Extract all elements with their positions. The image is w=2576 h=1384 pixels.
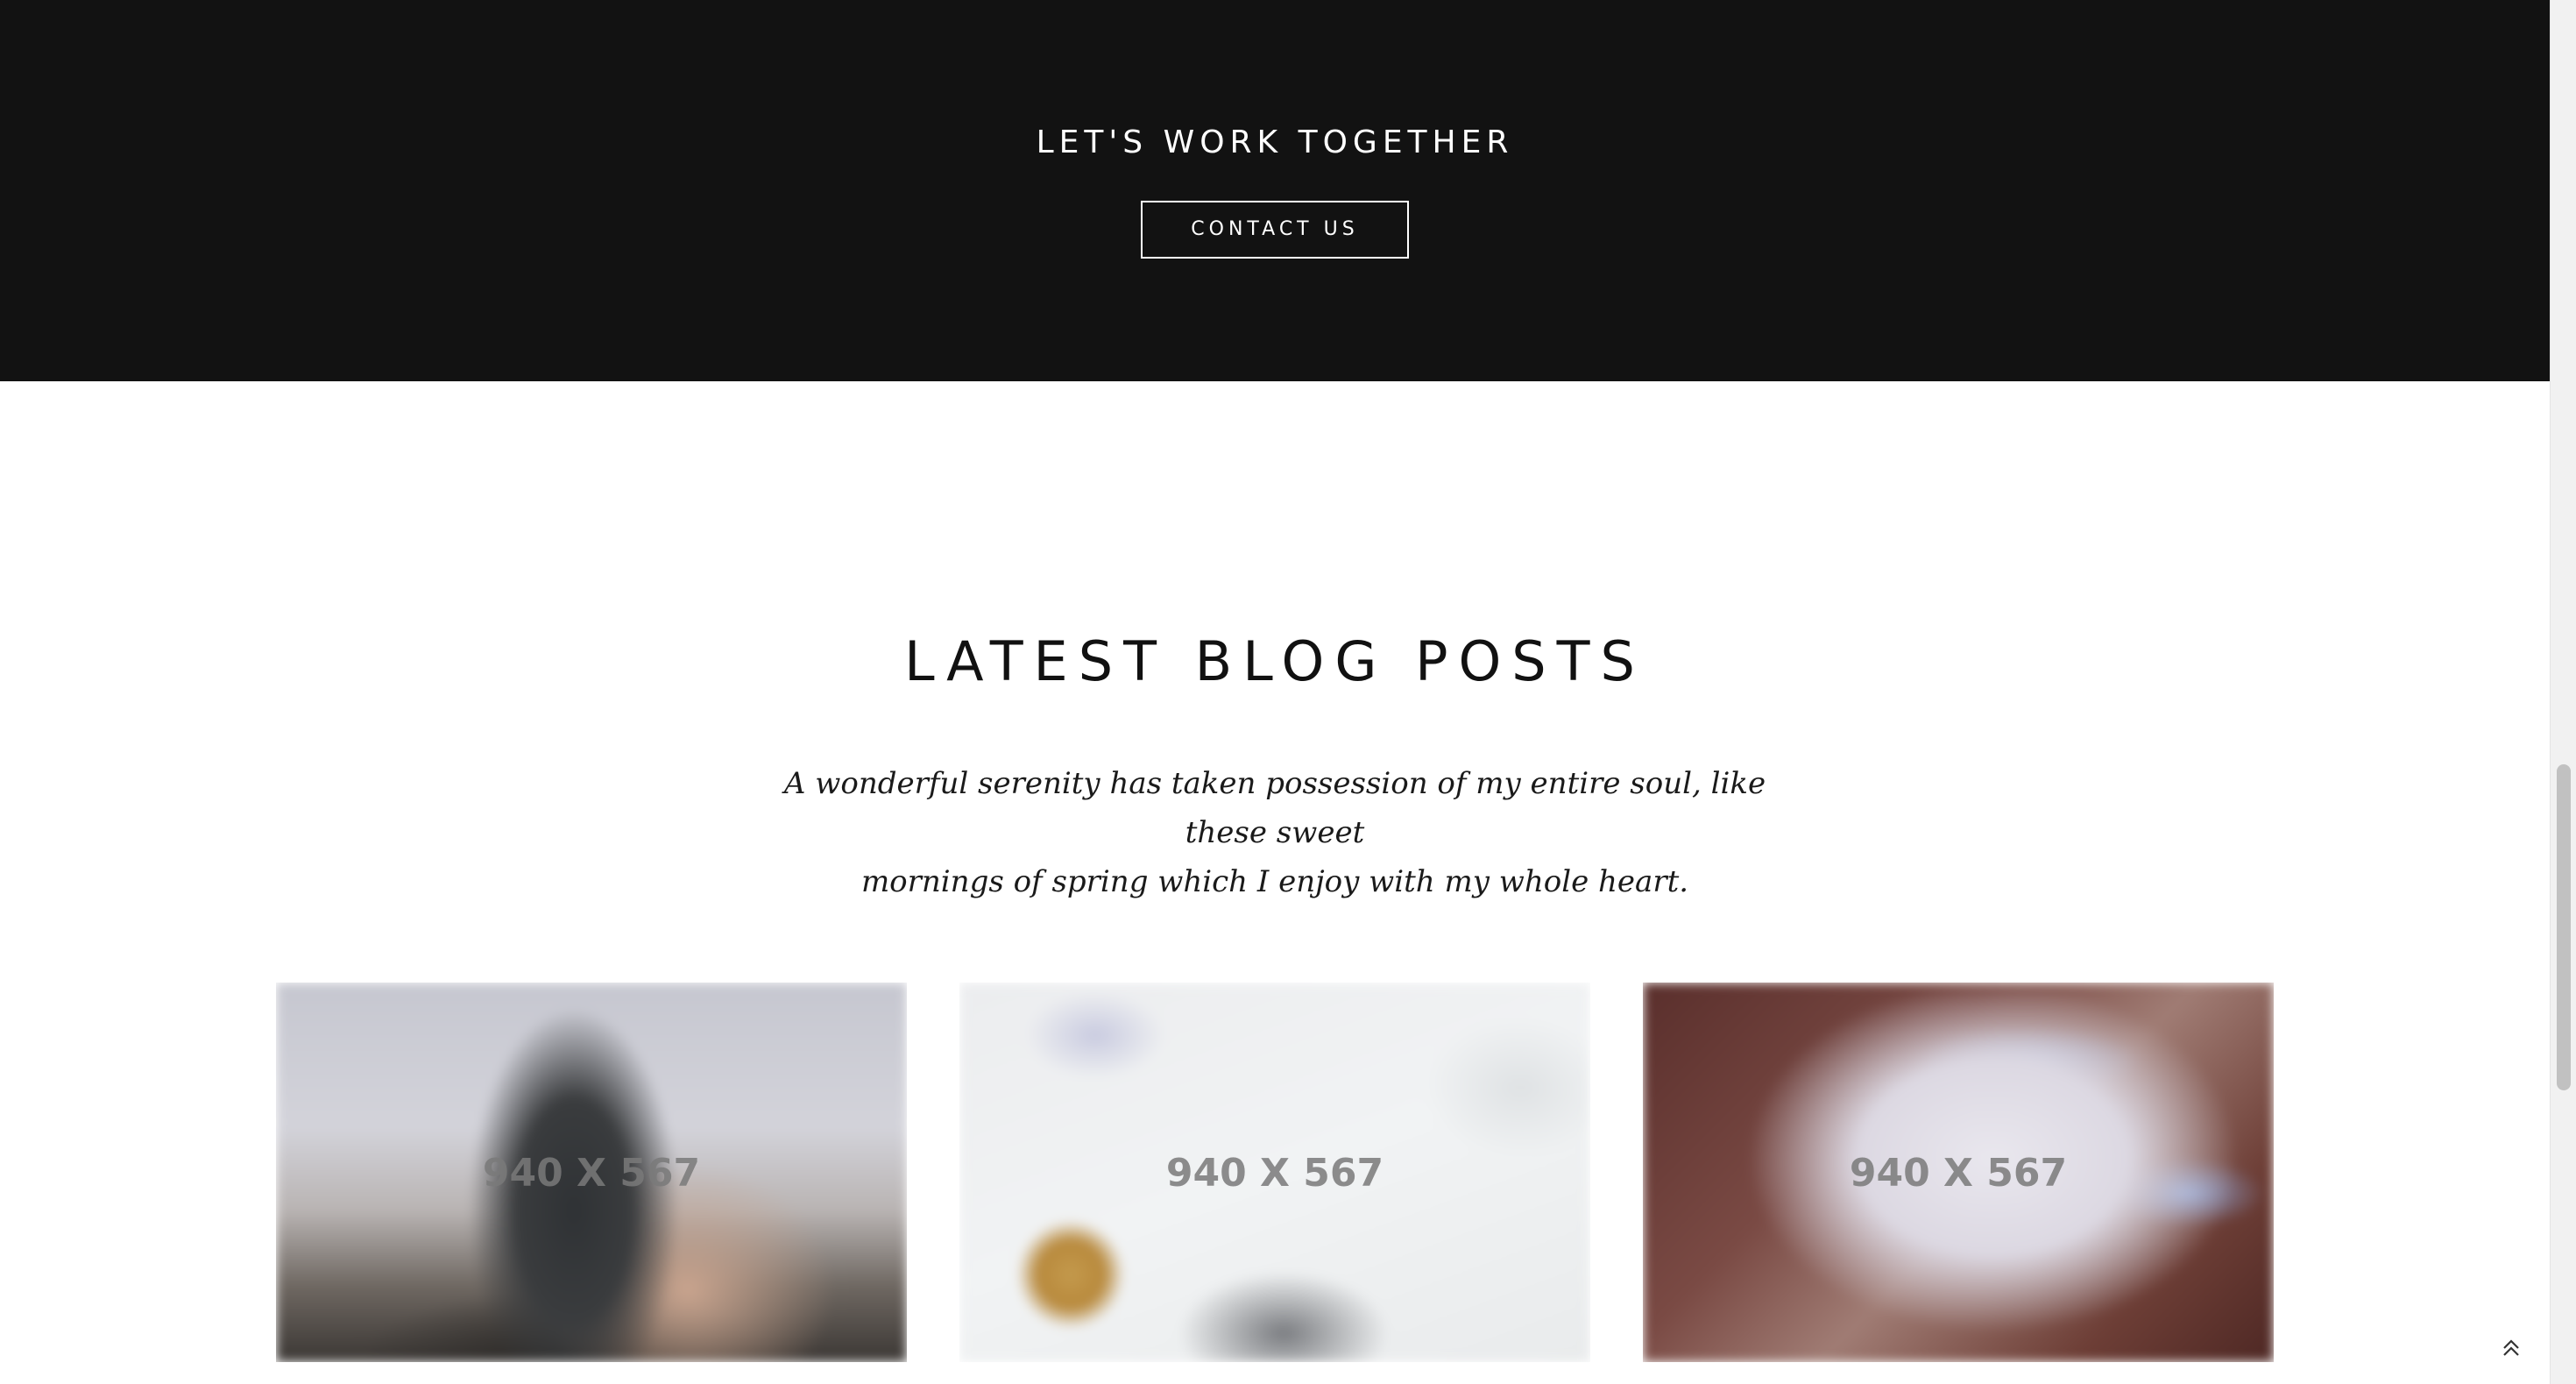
blog-post-card[interactable]: 940 X 567 [959, 983, 1590, 1362]
scrollbar-thumb[interactable] [2557, 764, 2571, 1090]
cta-section: LET'S WORK TOGETHER CONTACT US [0, 0, 2550, 381]
blog-post-card[interactable]: 940 X 567 [276, 983, 907, 1362]
blog-post-card[interactable]: 940 X 567 [1643, 983, 2274, 1362]
blog-subtitle-line-1: A wonderful serenity has taken possessio… [783, 766, 1766, 850]
vertical-scrollbar[interactable] [2550, 0, 2576, 1384]
contact-us-button[interactable]: CONTACT US [1141, 201, 1409, 259]
back-to-top-button[interactable] [2495, 1331, 2527, 1366]
image-placeholder-label: 940 X 567 [482, 1151, 701, 1196]
blog-subtitle: A wonderful serenity has taken possessio… [771, 759, 1779, 906]
page: LET'S WORK TOGETHER CONTACT US LATEST BL… [0, 0, 2550, 1384]
image-placeholder-label: 940 X 567 [1849, 1151, 2068, 1196]
double-chevron-up-icon [2495, 1331, 2527, 1366]
blog-subtitle-line-2: mornings of spring which I enjoy with my… [860, 864, 1689, 899]
image-placeholder-label: 940 X 567 [1165, 1151, 1384, 1196]
cta-title: LET'S WORK TOGETHER [1036, 124, 1514, 160]
blog-title: LATEST BLOG POSTS [904, 629, 1645, 693]
